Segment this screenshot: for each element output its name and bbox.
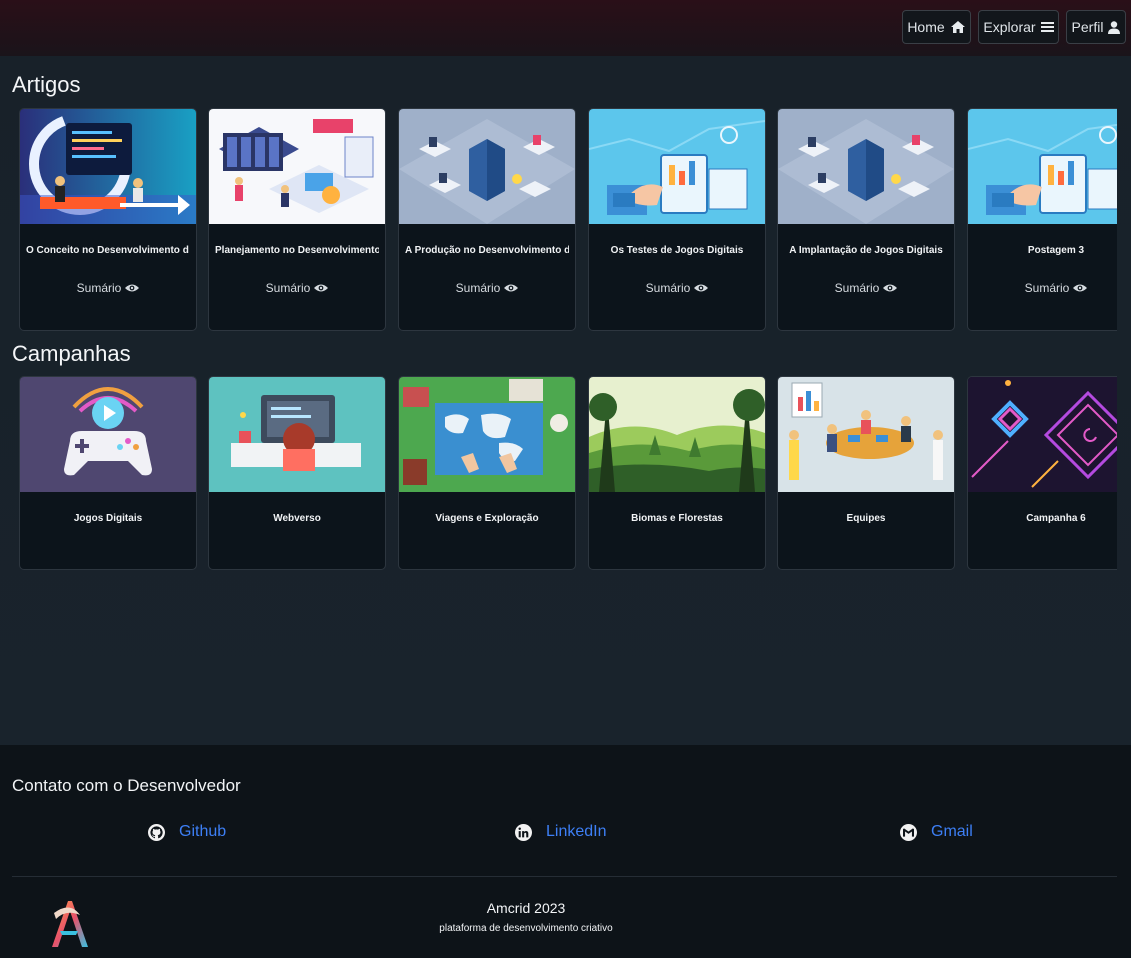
campaign-title: Viagens e Exploração (435, 513, 539, 524)
article-title: Os Testes de Jogos Digitais (610, 245, 744, 256)
article-title: Postagem 3 (1027, 245, 1085, 256)
article-card[interactable]: A Implantação de Jogos Digitais Sumário (777, 108, 955, 331)
article-image-production (399, 109, 575, 224)
campaign-image-6 (968, 377, 1117, 492)
article-card[interactable]: O Conceito no Desenvolvimento d Sumário (19, 108, 197, 331)
eye-icon (314, 284, 329, 292)
nav-profile-label: Perfil (1071, 19, 1104, 35)
article-title: O Conceito no Desenvolvimento d (26, 245, 189, 256)
article-summary-link[interactable]: Sumário (778, 281, 954, 295)
gmail-link[interactable]: Gmail (900, 823, 973, 841)
article-image-concept (20, 109, 196, 224)
eye-icon (883, 284, 898, 292)
github-label: Github (179, 823, 227, 840)
campaign-image-teams (778, 377, 954, 492)
linkedin-label: LinkedIn (546, 823, 607, 840)
campaign-card[interactable]: Biomas e Florestas (588, 376, 766, 570)
article-summary-link[interactable]: Sumário (209, 281, 385, 295)
home-icon (950, 21, 965, 33)
campaign-card[interactable]: Campanha 6 (967, 376, 1117, 570)
article-card[interactable]: Postagem 3 Sumário (967, 108, 1117, 331)
gmail-label: Gmail (931, 823, 973, 840)
nav-home-label: Home (907, 19, 945, 35)
summary-label: Sumário (455, 281, 501, 295)
campaigns-heading: Campanhas (12, 341, 131, 366)
campaign-image-travel (399, 377, 575, 492)
brand-logo (46, 895, 92, 954)
summary-label: Sumário (834, 281, 880, 295)
article-title: A Implantação de Jogos Digitais (789, 245, 943, 256)
article-summary-link[interactable]: Sumário (968, 281, 1117, 295)
brand-tagline: plataforma de desenvolvimento criativo (439, 923, 613, 934)
summary-label: Sumário (265, 281, 311, 295)
campaign-card[interactable]: Viagens e Exploração (398, 376, 576, 570)
article-image-deployment (778, 109, 954, 224)
github-icon (148, 823, 165, 841)
campaign-title: Biomas e Florestas (631, 513, 723, 524)
footer-heading: Contato com o Desenvolvedor (12, 776, 241, 795)
eye-icon (694, 284, 709, 292)
article-image-tests (589, 109, 765, 224)
article-card[interactable]: Planejamento no Desenvolvimento Sumário (208, 108, 386, 331)
campaign-title: Equipes (846, 513, 886, 524)
nav-explore-label: Explorar (983, 19, 1036, 35)
eye-icon (1073, 284, 1088, 292)
footer-divider (12, 876, 1117, 877)
linkedin-link[interactable]: LinkedIn (515, 823, 607, 841)
campaign-title: Webverso (273, 513, 321, 524)
article-title: Planejamento no Desenvolvimento (215, 245, 379, 256)
campaign-title: Campanha 6 (1026, 513, 1086, 524)
article-image-post-3 (968, 109, 1117, 224)
summary-label: Sumário (1024, 281, 1070, 295)
github-link[interactable]: Github (148, 823, 226, 841)
campaign-image-games (20, 377, 196, 492)
summary-label: Sumário (76, 281, 122, 295)
article-image-planning (209, 109, 385, 224)
menu-icon (1040, 22, 1054, 32)
articles-heading: Artigos (12, 72, 81, 97)
article-card[interactable]: A Produção no Desenvolvimento d Sumário (398, 108, 576, 331)
campaign-card[interactable]: Equipes (777, 376, 955, 570)
user-icon (1108, 20, 1121, 34)
footer: Contato com o Desenvolvedor Github Linke… (0, 745, 1131, 958)
nav-explore-button[interactable]: Explorar (978, 10, 1059, 44)
summary-label: Sumário (645, 281, 691, 295)
campaign-image-webverse (209, 377, 385, 492)
article-summary-link[interactable]: Sumário (399, 281, 575, 295)
top-navbar: Home Explorar Perfil (0, 0, 1131, 56)
campaign-card[interactable]: Webverso (208, 376, 386, 570)
campaign-card[interactable]: Jogos Digitais (19, 376, 197, 570)
article-summary-link[interactable]: Sumário (20, 281, 196, 295)
brand-name: Amcrid 2023 (486, 900, 566, 916)
linkedin-icon (515, 823, 532, 841)
eye-icon (504, 284, 519, 292)
eye-icon (125, 284, 140, 292)
nav-home-button[interactable]: Home (902, 10, 971, 44)
campaign-title: Jogos Digitais (73, 513, 143, 524)
campaign-image-forests (589, 377, 765, 492)
article-card[interactable]: Os Testes de Jogos Digitais Sumário (588, 108, 766, 331)
article-title: A Produção no Desenvolvimento d (405, 245, 569, 256)
gmail-icon (900, 823, 917, 841)
nav-profile-button[interactable]: Perfil (1066, 10, 1126, 44)
article-summary-link[interactable]: Sumário (589, 281, 765, 295)
brand-block: Amcrid 2023 plataforma de desenvolviment… (424, 900, 628, 934)
